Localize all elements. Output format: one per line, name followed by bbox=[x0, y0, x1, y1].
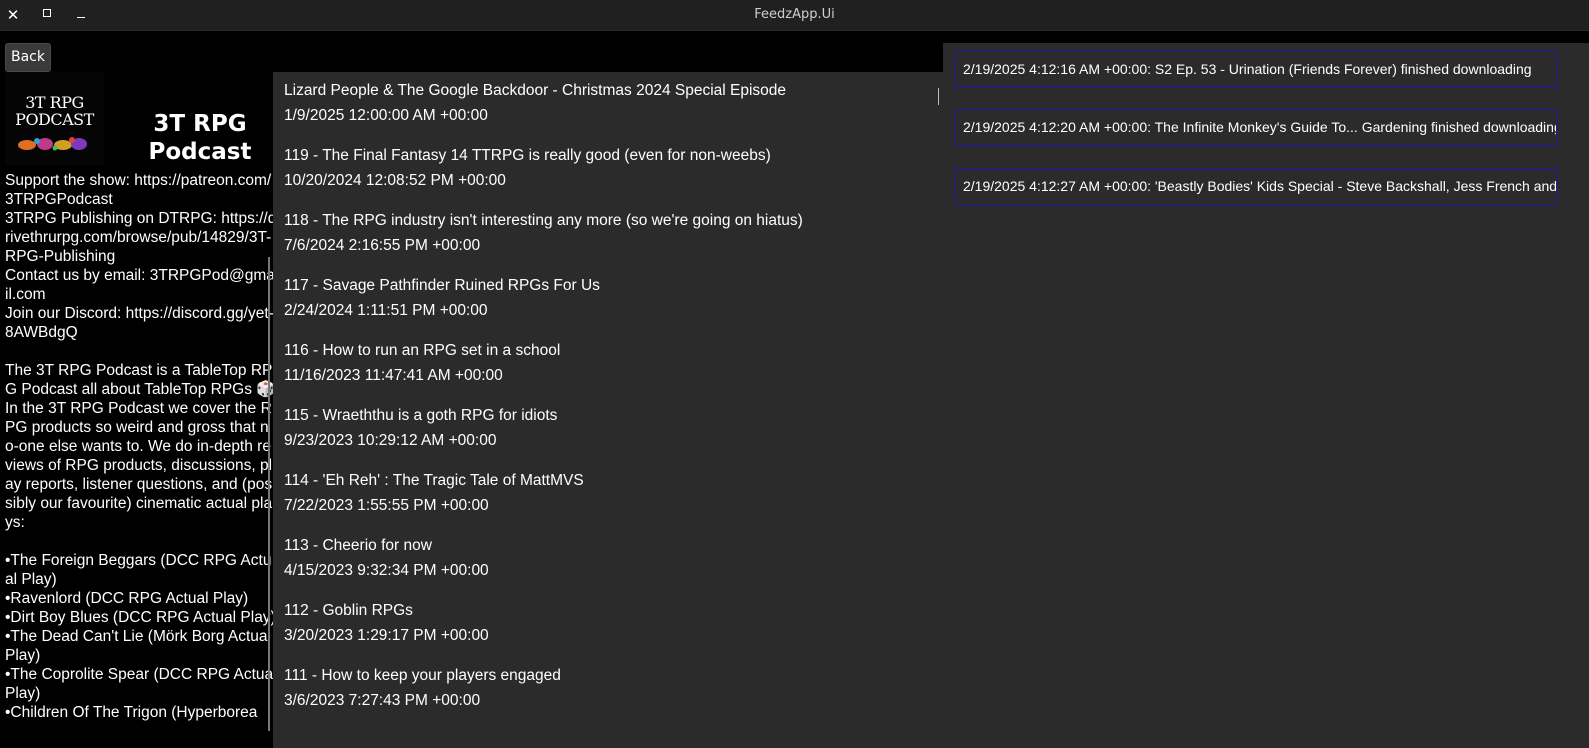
episode-title: 112 - Goblin RPGs bbox=[284, 602, 413, 619]
podcast-description: Support the show: https://patreon.com/3T… bbox=[5, 172, 274, 721]
notification-text: 2/19/2025 4:12:27 AM +00:00: 'Beastly Bo… bbox=[963, 178, 1557, 194]
download-notification[interactable]: 2/19/2025 4:12:27 AM +00:00: 'Beastly Bo… bbox=[955, 168, 1557, 205]
episode-item[interactable]: 119 - The Final Fantasy 14 TTRPG is real… bbox=[284, 146, 771, 191]
episode-item[interactable]: 116 - How to run an RPG set in a school … bbox=[284, 341, 560, 386]
episode-date: 7/6/2024 2:16:55 PM +00:00 bbox=[284, 237, 481, 254]
episode-date: 7/22/2023 1:55:55 PM +00:00 bbox=[284, 497, 489, 514]
download-notification[interactable]: 2/19/2025 4:12:20 AM +00:00: The Infinit… bbox=[955, 109, 1557, 146]
download-notification[interactable]: 2/19/2025 4:12:16 AM +00:00: S2 Ep. 53 -… bbox=[955, 51, 1557, 88]
episode-date: 11/16/2023 11:47:41 AM +00:00 bbox=[284, 367, 503, 384]
episode-title: 111 - How to keep your players engaged bbox=[284, 667, 561, 684]
episode-list-scrollbar[interactable] bbox=[938, 88, 939, 105]
title-bar: ✕ FeedzApp.Ui bbox=[0, 0, 1589, 31]
episode-item[interactable]: 118 - The RPG industry isn't interesting… bbox=[284, 211, 803, 256]
logo-art-icon bbox=[18, 137, 87, 151]
podcast-details-pane[interactable]: 3T RPG PODCAST 3T RPG Podcast Support th… bbox=[0, 72, 274, 748]
episode-title: 119 - The Final Fantasy 14 TTRPG is real… bbox=[284, 147, 771, 164]
podcast-title: 3T RPG Podcast bbox=[148, 111, 252, 165]
back-button[interactable]: Back bbox=[5, 43, 51, 72]
episode-date: 4/15/2023 9:32:34 PM +00:00 bbox=[284, 562, 489, 579]
episode-date: 2/24/2024 1:11:51 PM +00:00 bbox=[284, 302, 488, 319]
episode-title: 117 - Savage Pathfinder Ruined RPGs For … bbox=[284, 277, 600, 294]
notification-text: 2/19/2025 4:12:20 AM +00:00: The Infinit… bbox=[963, 119, 1557, 135]
episode-item[interactable]: 113 - Cheerio for now 4/15/2023 9:32:34 … bbox=[284, 536, 489, 581]
episode-title: 113 - Cheerio for now bbox=[284, 537, 432, 554]
episode-date: 9/23/2023 10:29:12 AM +00:00 bbox=[284, 432, 497, 449]
episode-list[interactable]: Lizard People & The Google Backdoor - Ch… bbox=[273, 72, 943, 748]
episode-item[interactable]: 114 - 'Eh Reh' : The Tragic Tale of Matt… bbox=[284, 471, 584, 516]
episode-date: 3/6/2023 7:27:43 PM +00:00 bbox=[284, 692, 481, 709]
logo-text: 3T RPG PODCAST bbox=[15, 93, 94, 129]
episode-title: 118 - The RPG industry isn't interesting… bbox=[284, 212, 803, 229]
episode-title: 115 - Wraeththu is a goth RPG for idiots bbox=[284, 407, 558, 424]
window-title: FeedzApp.Ui bbox=[754, 7, 835, 22]
episode-title: Lizard People & The Google Backdoor - Ch… bbox=[284, 82, 787, 99]
episode-item[interactable]: 115 - Wraeththu is a goth RPG for idiots… bbox=[284, 406, 557, 451]
episode-date: 10/20/2024 12:08:52 PM +00:00 bbox=[284, 172, 506, 189]
notifications-pane: 2/19/2025 4:12:16 AM +00:00: S2 Ep. 53 -… bbox=[943, 43, 1589, 748]
episode-item[interactable]: 117 - Savage Pathfinder Ruined RPGs For … bbox=[284, 276, 600, 321]
podcast-logo: 3T RPG PODCAST bbox=[5, 72, 104, 165]
description-scrollbar[interactable] bbox=[268, 257, 270, 731]
episode-date: 1/9/2025 12:00:00 AM +00:00 bbox=[284, 107, 488, 124]
episode-date: 3/20/2023 1:29:17 PM +00:00 bbox=[284, 627, 489, 644]
notification-text: 2/19/2025 4:12:16 AM +00:00: S2 Ep. 53 -… bbox=[963, 61, 1532, 77]
episode-item[interactable]: 111 - How to keep your players engaged 3… bbox=[284, 666, 561, 711]
episode-title: 114 - 'Eh Reh' : The Tragic Tale of Matt… bbox=[284, 472, 584, 489]
episode-item[interactable]: Lizard People & The Google Backdoor - Ch… bbox=[284, 81, 786, 126]
episode-item[interactable]: 112 - Goblin RPGs 3/20/2023 1:29:17 PM +… bbox=[284, 601, 489, 646]
episode-title: 116 - How to run an RPG set in a school bbox=[284, 342, 561, 359]
